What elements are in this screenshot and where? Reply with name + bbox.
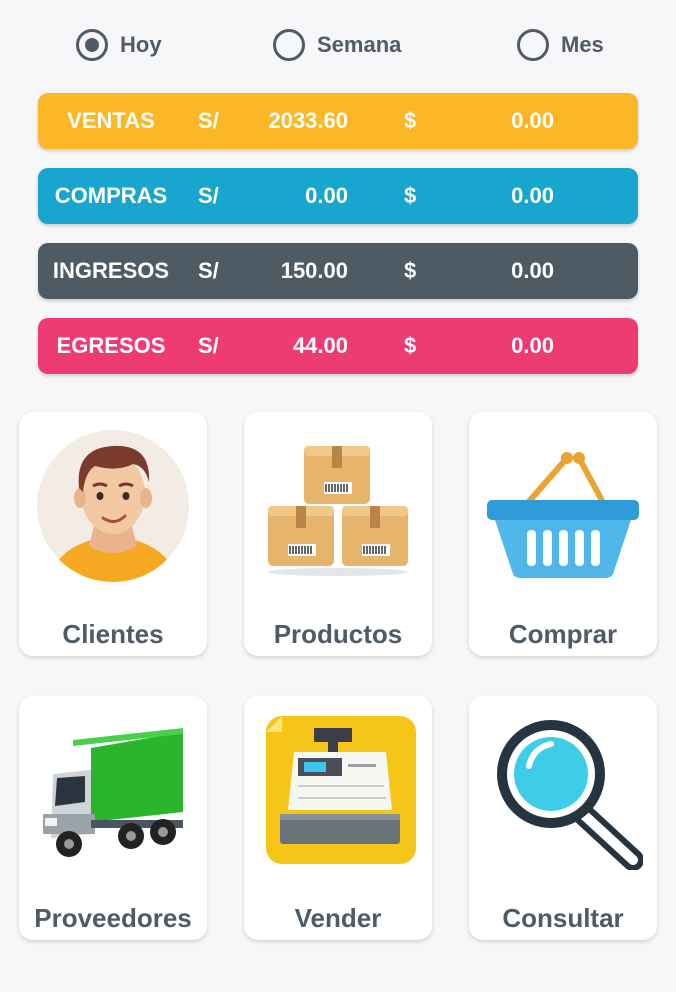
menu-tile-productos[interactable]: Productos [244, 412, 432, 656]
product-boxes-icon [268, 446, 408, 576]
summary-label: COMPRAS [54, 183, 168, 208]
amount-local: 2033.60 [268, 108, 348, 133]
radio-unselected-icon[interactable] [273, 29, 305, 61]
currency-usd: $ [404, 183, 417, 208]
summary-row-ingresos: INGRESOS S/ 150.00 $ 0.00 [38, 243, 638, 299]
summary-label: EGRESOS [56, 333, 166, 358]
period-label: Mes [561, 32, 604, 57]
period-label: Semana [317, 32, 402, 57]
summary-row-ventas: VENTAS S/ 2033.60 $ 0.00 [38, 93, 638, 149]
radio-unselected-icon[interactable] [517, 29, 549, 61]
menu-tile-comprar[interactable]: Comprar [469, 412, 657, 656]
shopping-basket-icon [487, 452, 639, 578]
menu-tile-label: Clientes [62, 619, 164, 649]
summary-row-egresos: EGRESOS S/ 44.00 $ 0.00 [38, 318, 638, 374]
period-option-hoy[interactable]: Hoy [76, 22, 162, 68]
amount-usd: 0.00 [511, 183, 554, 208]
currency-usd: $ [404, 258, 417, 283]
currency-local: S/ [198, 333, 219, 358]
menu-tile-consultar[interactable]: Consultar [469, 696, 657, 940]
period-selector: Hoy Semana Mes [0, 22, 676, 68]
radio-selected-icon[interactable] [76, 29, 108, 61]
amount-usd: 0.00 [511, 258, 554, 283]
customer-avatar-icon [37, 430, 189, 582]
currency-usd: $ [404, 108, 417, 133]
menu-tile-label: Productos [273, 619, 403, 649]
amount-usd: 0.00 [511, 333, 554, 358]
period-label: Hoy [120, 32, 162, 57]
summary-label: INGRESOS [52, 258, 170, 283]
amount-local: 150.00 [280, 258, 348, 283]
summary-label: VENTAS [67, 108, 155, 133]
menu-tile-label: Proveedores [34, 903, 192, 933]
summary-row-compras: COMPRAS S/ 0.00 $ 0.00 [38, 168, 638, 224]
amount-usd: 0.00 [511, 108, 554, 133]
delivery-truck-icon [43, 728, 183, 857]
currency-local: S/ [198, 258, 219, 283]
menu-tile-label: Comprar [508, 619, 618, 649]
magnifier-icon [497, 720, 643, 870]
menu-tile-label: Vender [294, 903, 382, 933]
menu-tile-clientes[interactable]: Clientes [19, 412, 207, 656]
period-option-semana[interactable]: Semana [273, 22, 401, 68]
menu-tile-label: Consultar [502, 903, 624, 933]
currency-local: S/ [198, 183, 219, 208]
amount-local: 0.00 [305, 183, 348, 208]
menu-tile-proveedores[interactable]: Proveedores [19, 696, 207, 940]
currency-usd: $ [404, 333, 417, 358]
menu-tile-vender[interactable]: Vender [244, 696, 432, 940]
cash-register-icon [266, 716, 416, 864]
currency-local: S/ [198, 108, 219, 133]
period-option-mes[interactable]: Mes [517, 22, 604, 68]
amount-local: 44.00 [292, 333, 348, 358]
